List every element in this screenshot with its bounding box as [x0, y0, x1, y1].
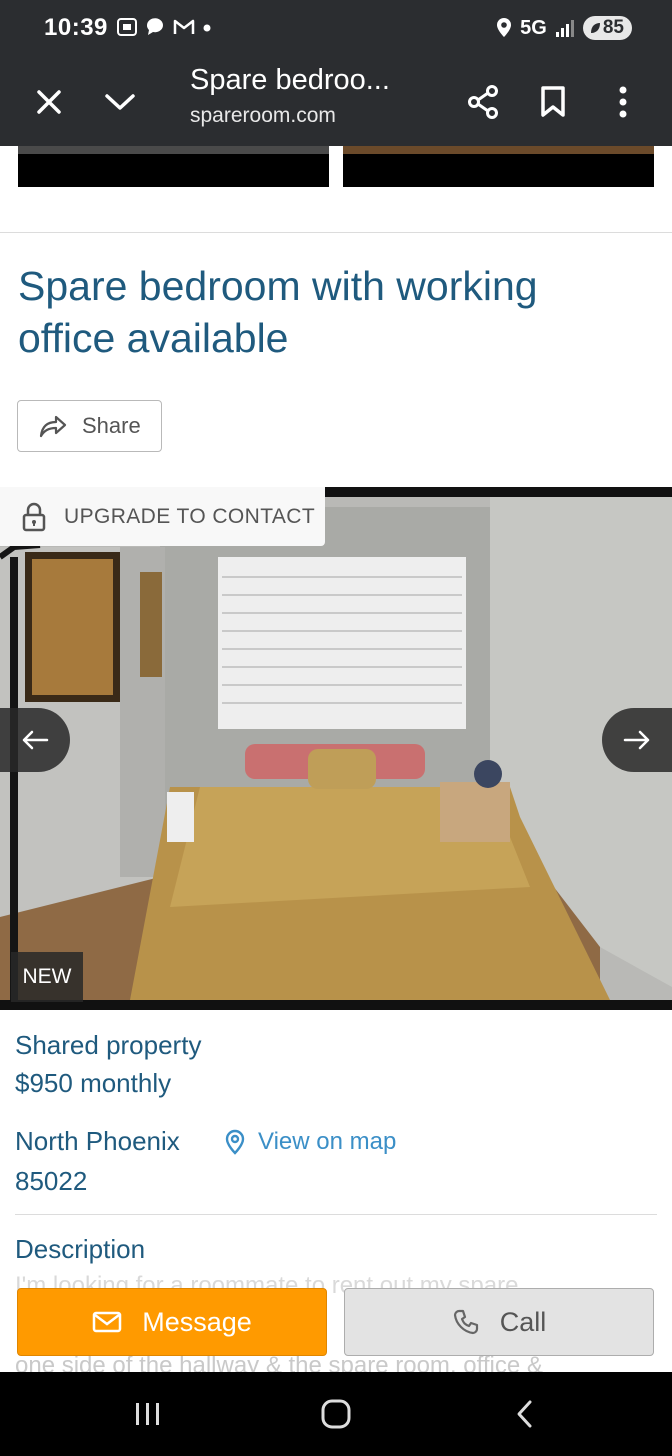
- room-photo-illustration: [0, 487, 672, 1010]
- lock-icon: [22, 502, 46, 531]
- zip-code: 85022: [15, 1166, 88, 1196]
- battery-level: 85: [602, 17, 624, 38]
- listing-photo[interactable]: [0, 487, 672, 1010]
- next-photo-button[interactable]: [602, 708, 672, 772]
- signal-icon: [555, 20, 574, 37]
- arrow-right-icon: [623, 730, 650, 750]
- dot-icon: [203, 24, 211, 32]
- share-icon: [468, 85, 498, 119]
- call-button[interactable]: Call: [344, 1288, 654, 1356]
- bookmark-icon: [541, 86, 565, 117]
- previous-photo-button[interactable]: [0, 708, 70, 772]
- share-page-button[interactable]: [459, 78, 507, 126]
- browser-toolbar: Spare bedroo... spareroom.com: [0, 58, 672, 146]
- bookmark-button[interactable]: [529, 78, 577, 126]
- more-options-button[interactable]: [599, 78, 647, 126]
- divider: [0, 232, 672, 233]
- new-badge: NEW: [11, 952, 83, 1002]
- battery-leaf-icon: [590, 23, 600, 33]
- price: $950 monthly: [15, 1068, 172, 1098]
- call-label: Call: [499, 1306, 547, 1337]
- share-label: Share: [82, 413, 141, 438]
- phone-icon: [453, 1309, 478, 1335]
- back-button[interactable]: [504, 1394, 544, 1434]
- divider: [15, 1214, 657, 1215]
- thumbnail-image-edge: [18, 146, 329, 154]
- share-button[interactable]: Share: [17, 400, 162, 452]
- home-icon: [321, 1399, 351, 1429]
- system-nav-bar: [0, 1372, 672, 1456]
- minimize-button[interactable]: [96, 78, 144, 126]
- view-on-map-label: View on map: [258, 1128, 397, 1155]
- upgrade-to-contact-button[interactable]: UPGRADE TO CONTACT: [0, 487, 325, 546]
- notification-icons: [116, 16, 212, 38]
- network-label: 5G: [520, 16, 547, 39]
- gmail-icon: [173, 19, 195, 34]
- description-heading: Description: [15, 1234, 146, 1264]
- view-on-map-link[interactable]: View on map: [224, 1128, 396, 1156]
- recent-apps-icon: [136, 1403, 159, 1425]
- thumbnail-image-edge: [343, 146, 654, 154]
- share-arrow-icon: [39, 415, 67, 438]
- map-pin-icon: [225, 1129, 245, 1155]
- status-right: 5G 85: [496, 16, 632, 40]
- status-time: 10:39: [44, 14, 108, 41]
- location-icon: [497, 18, 512, 37]
- chat-icon: [146, 18, 163, 35]
- page-title: Spare bedroo...: [190, 64, 390, 96]
- upgrade-label: UPGRADE TO CONTACT: [64, 504, 316, 528]
- photo-bottom-edge: [0, 1000, 672, 1010]
- chevron-down-icon: [105, 94, 135, 110]
- close-icon: [37, 90, 61, 114]
- home-button[interactable]: [316, 1394, 356, 1434]
- page-url: spareroom.com: [190, 104, 336, 127]
- message-button[interactable]: Message: [17, 1288, 327, 1356]
- message-label: Message: [142, 1306, 252, 1337]
- recent-apps-button[interactable]: [128, 1394, 168, 1434]
- gallery-thumbnail[interactable]: [18, 146, 329, 187]
- screenshot-icon: [117, 18, 137, 36]
- close-tab-button[interactable]: [25, 78, 73, 126]
- area-name: North Phoenix: [15, 1126, 180, 1156]
- battery-indicator: 85: [582, 16, 632, 40]
- more-vert-icon: [619, 86, 627, 118]
- status-bar: 10:39 5G 85: [0, 0, 672, 58]
- envelope-icon: [92, 1311, 122, 1333]
- back-icon: [517, 1400, 532, 1428]
- gallery-thumbnail[interactable]: [343, 146, 654, 187]
- arrow-left-icon: [22, 730, 49, 750]
- listing-title: Spare bedroom with working office availa…: [18, 263, 538, 361]
- property-type: Shared property: [15, 1030, 202, 1060]
